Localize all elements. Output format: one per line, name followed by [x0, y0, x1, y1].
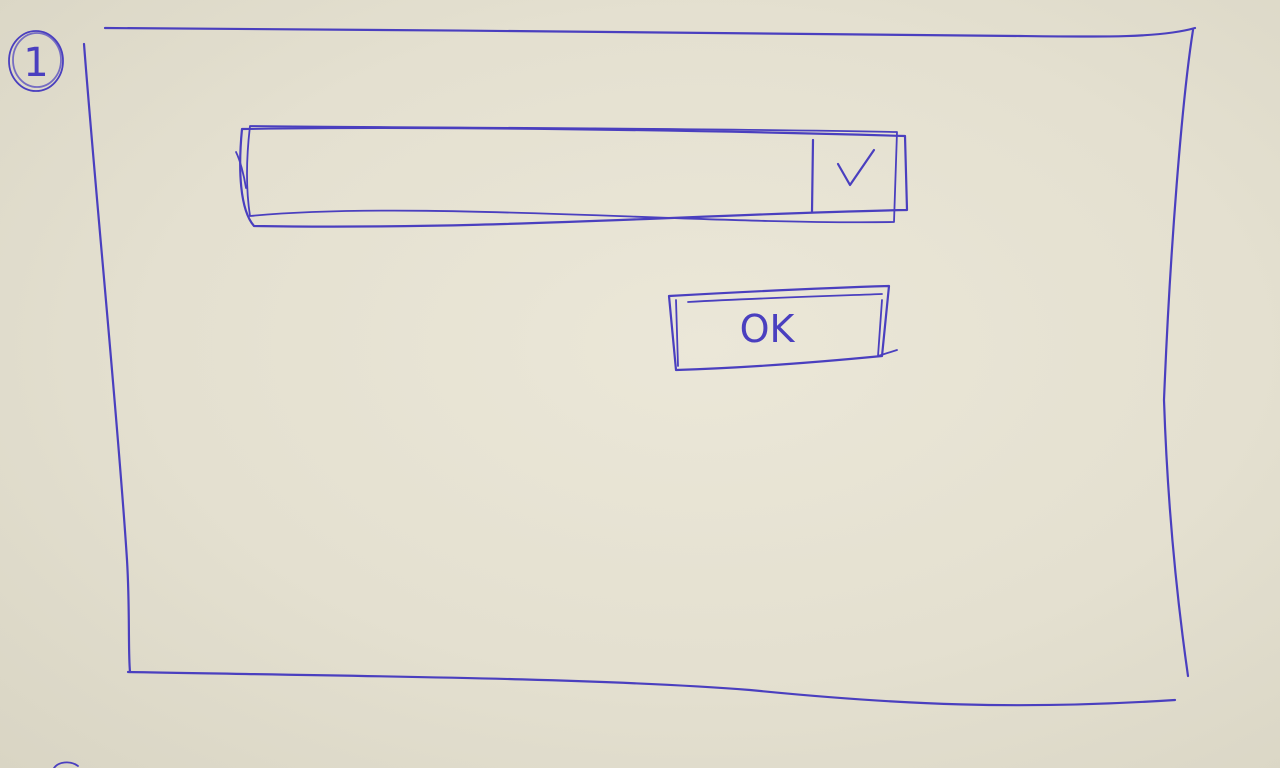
- ok-button[interactable]: OK: [667, 284, 898, 372]
- dropdown-select[interactable]: [235, 125, 909, 228]
- chevron-down-icon[interactable]: [836, 148, 876, 187]
- ok-button-label: OK: [740, 307, 796, 351]
- wireframe-sketch: 1 OK: [8, 26, 1197, 768]
- stray-mark: [53, 761, 79, 768]
- screen-number-badge: 1: [8, 30, 64, 92]
- dropdown-value[interactable]: [258, 140, 806, 210]
- screen-number: 1: [23, 40, 48, 86]
